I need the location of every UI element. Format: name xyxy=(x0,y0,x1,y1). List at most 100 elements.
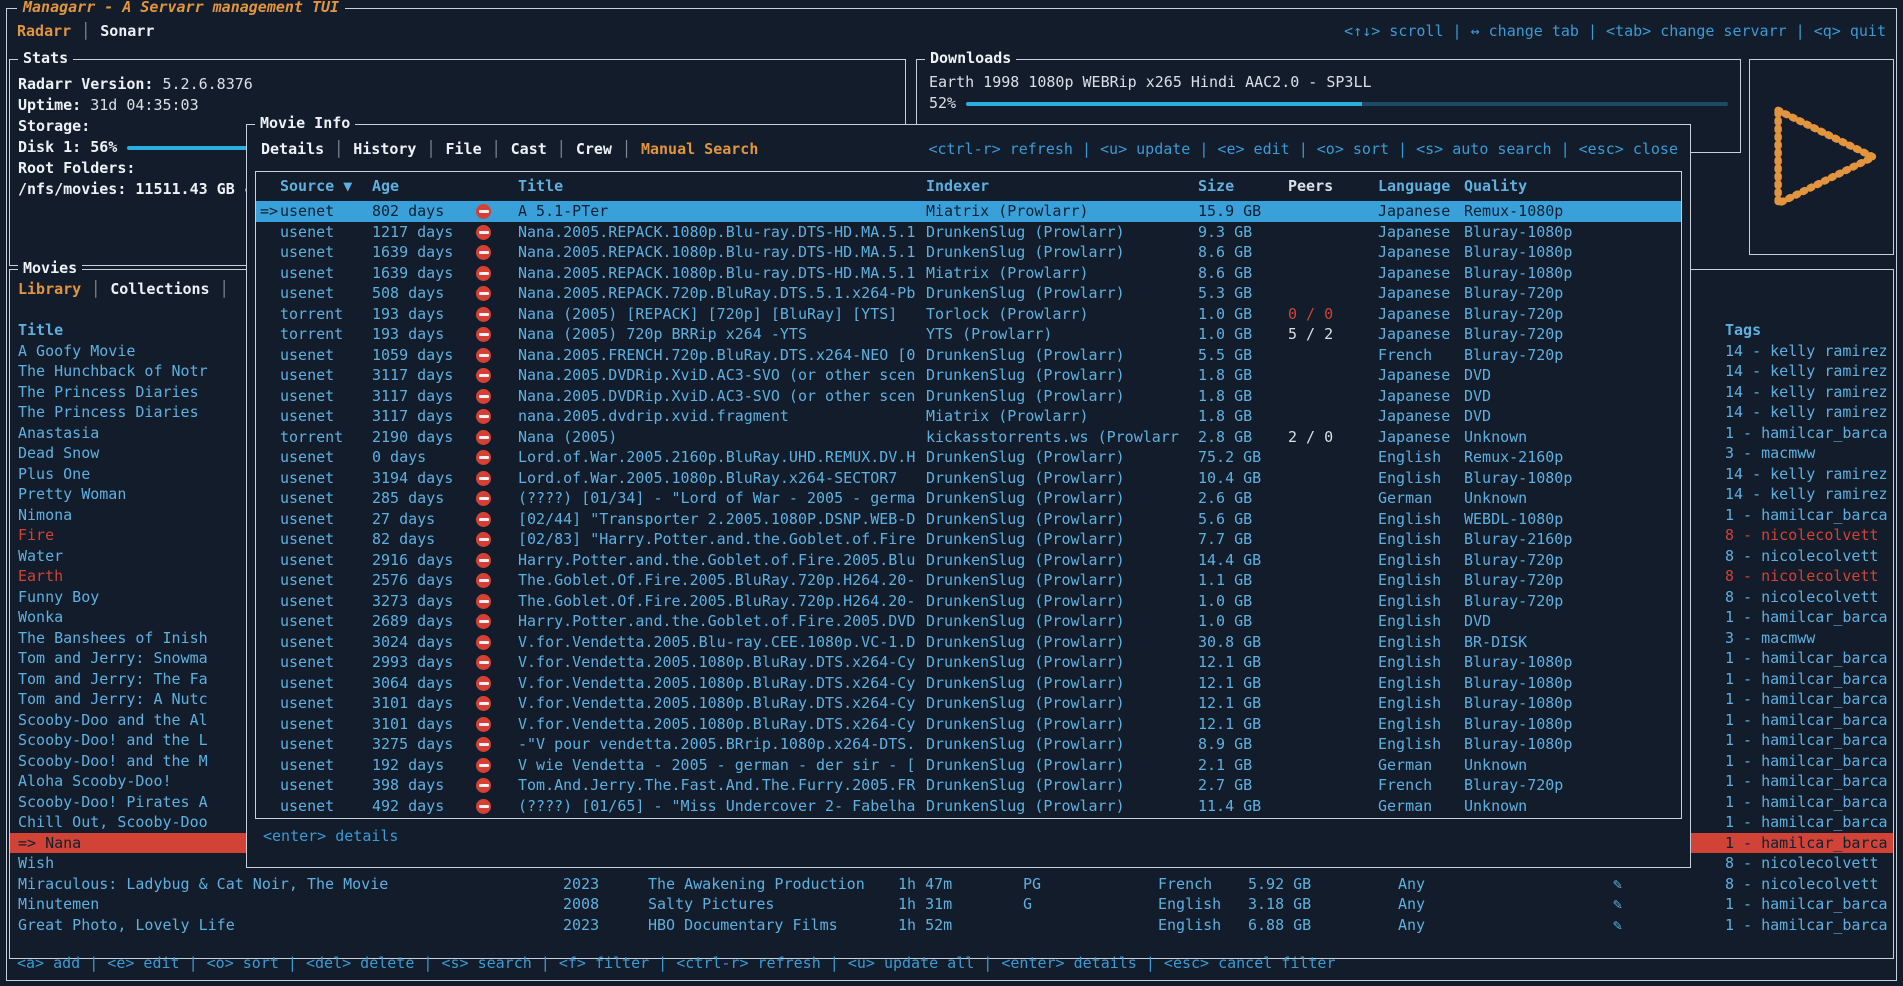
result-language: Japanese xyxy=(1378,242,1464,263)
result-quality: Remux-2160p xyxy=(1464,447,1681,468)
tab-radarr[interactable]: Radarr xyxy=(17,22,71,40)
search-result-row[interactable]: => usenet 802 days A 5.1-PTer Miatrix (P… xyxy=(256,201,1681,222)
search-result-row[interactable]: usenet 192 days V wie Vendetta - 2005 - … xyxy=(256,755,1681,776)
tab-history[interactable]: History xyxy=(353,140,416,158)
result-size: 15.9 GB xyxy=(1198,201,1288,222)
result-quality: DVD xyxy=(1464,365,1681,386)
column-header-title[interactable]: Title xyxy=(518,172,926,201)
search-result-row[interactable]: usenet 27 days [02/44] "Transporter 2.20… xyxy=(256,509,1681,530)
rejected-icon xyxy=(476,799,491,814)
movie-studio: Salty Pictures xyxy=(648,894,898,915)
result-size: 9.3 GB xyxy=(1198,222,1288,243)
column-header-quality[interactable]: Quality xyxy=(1464,172,1681,201)
search-result-row[interactable]: usenet 3117 days Nana.2005.DVDRip.XviD.A… xyxy=(256,386,1681,407)
result-age: 3064 days xyxy=(372,673,462,694)
result-size: 1.0 GB xyxy=(1198,304,1288,325)
search-result-row[interactable]: usenet 1639 days Nana.2005.REPACK.1080p.… xyxy=(256,263,1681,284)
search-result-row[interactable]: usenet 3024 days V.for.Vendetta.2005.Blu… xyxy=(256,632,1681,653)
search-result-row[interactable]: usenet 2689 days Harry.Potter.and.the.Go… xyxy=(256,611,1681,632)
tab-library[interactable]: Library xyxy=(18,280,81,298)
search-result-row[interactable]: usenet 3117 days nana.2005.dvdrip.xvid.f… xyxy=(256,406,1681,427)
search-result-row[interactable]: usenet 3117 days Nana.2005.DVDRip.XviD.A… xyxy=(256,365,1681,386)
result-source: usenet xyxy=(280,570,372,591)
result-quality: Bluray-1080p xyxy=(1464,734,1681,755)
column-header-age[interactable]: Age xyxy=(372,172,462,201)
search-result-row[interactable]: usenet 0 days Lord.of.War.2005.2160p.Blu… xyxy=(256,447,1681,468)
download-item[interactable]: Earth 1998 1080p WEBRip x265 Hindi AAC2.… xyxy=(929,72,1728,93)
search-result-row[interactable]: usenet 3101 days V.for.Vendetta.2005.108… xyxy=(256,693,1681,714)
tab-crew[interactable]: Crew xyxy=(576,140,612,158)
movie-tags: 1 - hamilcar_barca xyxy=(1725,894,1893,915)
result-source: torrent xyxy=(280,304,372,325)
column-header-language[interactable]: Language xyxy=(1378,172,1464,201)
tab-details[interactable]: Details xyxy=(261,140,324,158)
result-quality: DVD xyxy=(1464,611,1681,632)
search-result-row[interactable]: usenet 492 days (????) [01/65] - "Miss U… xyxy=(256,796,1681,817)
result-language: German xyxy=(1378,796,1464,817)
tab-collections[interactable]: Collections xyxy=(110,280,209,298)
column-header-peers[interactable]: Peers xyxy=(1288,172,1378,201)
movie-tags: 3 - macmww xyxy=(1725,443,1893,464)
search-result-row[interactable]: usenet 508 days Nana.2005.REPACK.720p.Bl… xyxy=(256,283,1681,304)
column-header-size[interactable]: Size xyxy=(1198,172,1288,201)
movie-studio: The Awakening Production xyxy=(648,874,898,895)
movie-title: Minutemen xyxy=(18,895,99,913)
search-result-row[interactable]: usenet 1639 days Nana.2005.REPACK.1080p.… xyxy=(256,242,1681,263)
result-age: 3101 days xyxy=(372,693,462,714)
tab-manual-search[interactable]: Manual Search xyxy=(641,140,758,158)
search-result-row[interactable]: usenet 3064 days V.for.Vendetta.2005.108… xyxy=(256,673,1681,694)
result-quality: Bluray-720p xyxy=(1464,570,1681,591)
rejected-icon xyxy=(476,430,491,445)
movie-tags: 8 - nicolecolvett xyxy=(1725,853,1893,874)
tab-sonarr[interactable]: Sonarr xyxy=(100,22,154,40)
search-result-row[interactable]: usenet 1059 days Nana.2005.FRENCH.720p.B… xyxy=(256,345,1681,366)
search-result-row[interactable]: usenet 2576 days The.Goblet.Of.Fire.2005… xyxy=(256,570,1681,591)
search-result-row[interactable]: usenet 2993 days V.for.Vendetta.2005.108… xyxy=(256,652,1681,673)
result-indexer: YTS (Prowlarr) xyxy=(926,324,1198,345)
rejected-icon xyxy=(476,409,491,424)
search-result-row[interactable]: torrent 193 days Nana (2005) 720p BRRip … xyxy=(256,324,1681,345)
movie-title: Great Photo, Lovely Life xyxy=(18,916,235,934)
result-language: Japanese xyxy=(1378,324,1464,345)
search-result-row[interactable]: usenet 285 days (????) [01/34] - "Lord o… xyxy=(256,488,1681,509)
search-result-row[interactable]: usenet 1217 days Nana.2005.REPACK.1080p.… xyxy=(256,222,1681,243)
column-header-indexer[interactable]: Indexer xyxy=(926,172,1198,201)
result-size: 12.1 GB xyxy=(1198,673,1288,694)
movie-tags: 8 - nicolecolvett xyxy=(1725,525,1893,546)
tab-file[interactable]: File xyxy=(446,140,482,158)
search-result-row[interactable]: usenet 398 days Tom.And.Jerry.The.Fast.A… xyxy=(256,775,1681,796)
result-language: English xyxy=(1378,529,1464,550)
movie-row[interactable]: Minutemen 2008 Salty Pictures 1h 31m G E… xyxy=(10,894,1893,915)
result-source: usenet xyxy=(280,468,372,489)
movie-tags: 14 - kelly ramirez xyxy=(1725,361,1893,382)
search-result-row[interactable]: usenet 82 days [02/83] "Harry.Potter.and… xyxy=(256,529,1681,550)
movie-row[interactable]: Great Photo, Lovely Life 2023 HBO Docume… xyxy=(10,915,1893,936)
search-result-row[interactable]: torrent 2190 days Nana (2005) kickasstor… xyxy=(256,427,1681,448)
result-language: English xyxy=(1378,611,1464,632)
result-title: V.for.Vendetta.2005.1080p.BluRay.DTS.x26… xyxy=(518,673,926,694)
movie-title: The Princess Diaries xyxy=(18,403,199,421)
search-result-row[interactable]: usenet 2916 days Harry.Potter.and.the.Go… xyxy=(256,550,1681,571)
result-language: English xyxy=(1378,447,1464,468)
movie-row[interactable]: Miraculous: Ladybug & Cat Noir, The Movi… xyxy=(10,874,1893,895)
movie-title: Tom and Jerry: The Fa xyxy=(18,670,208,688)
result-age: 2190 days xyxy=(372,427,462,448)
result-size: 75.2 GB xyxy=(1198,447,1288,468)
movie-title: Wonka xyxy=(18,608,63,626)
search-result-row[interactable]: usenet 3194 days Lord.of.War.2005.1080p.… xyxy=(256,468,1681,489)
movie-tags: 1 - hamilcar_barca xyxy=(1725,915,1893,936)
result-age: 508 days xyxy=(372,283,462,304)
result-quality: Unknown xyxy=(1464,796,1681,817)
movie-title: Earth xyxy=(18,567,63,585)
search-result-row[interactable]: usenet 3101 days V.for.Vendetta.2005.108… xyxy=(256,714,1681,735)
search-result-row[interactable]: torrent 193 days Nana (2005) [REPACK] [7… xyxy=(256,304,1681,325)
tab-cast[interactable]: Cast xyxy=(511,140,547,158)
search-result-row[interactable]: usenet 3275 days -"V pour vendetta.2005.… xyxy=(256,734,1681,755)
tag-icon: ✎ xyxy=(1613,894,1725,915)
movie-info-modal-title: Movie Info xyxy=(255,114,355,132)
rejected-icon xyxy=(476,471,491,486)
column-header-source[interactable]: Source ▼ xyxy=(280,172,372,201)
result-source: torrent xyxy=(280,324,372,345)
column-header-tags[interactable]: Tags xyxy=(1725,320,1893,341)
search-result-row[interactable]: usenet 3273 days The.Goblet.Of.Fire.2005… xyxy=(256,591,1681,612)
